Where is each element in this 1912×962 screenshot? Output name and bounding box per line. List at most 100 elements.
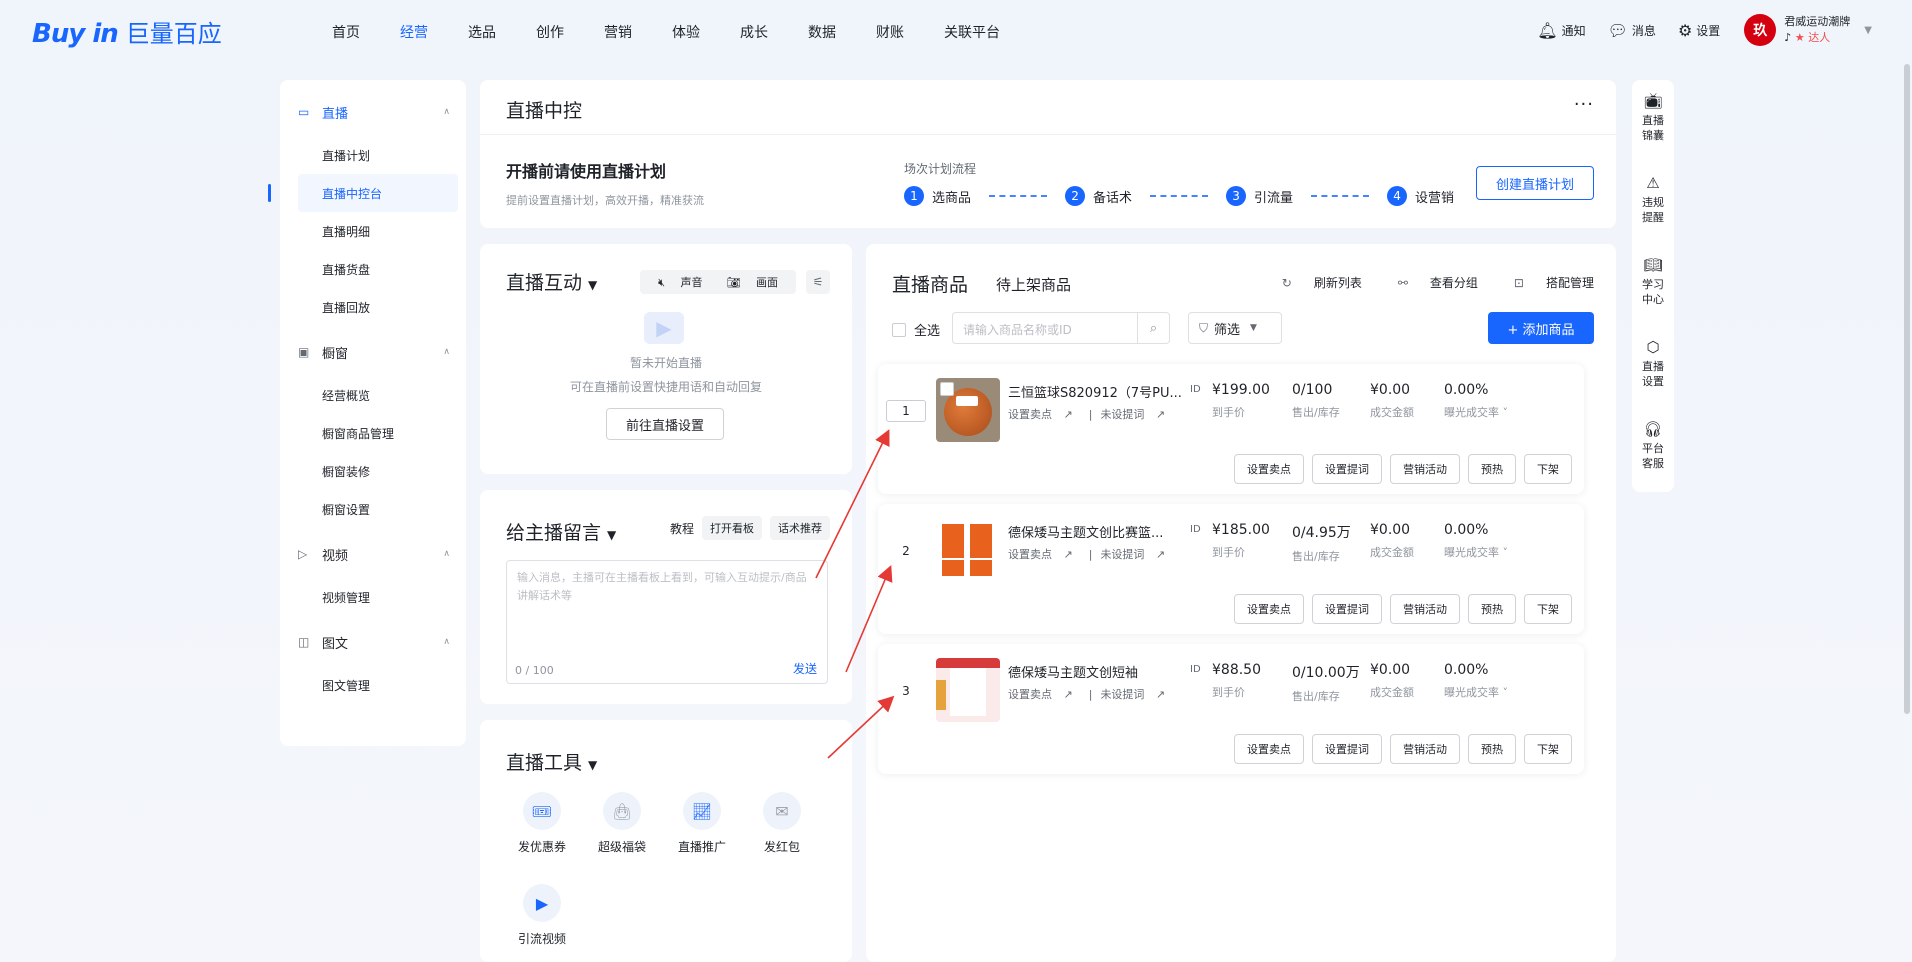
product-action-button[interactable]: 设置提词 — [1312, 594, 1382, 624]
product-name[interactable]: 德保矮马主题文创短袖 — [1008, 662, 1188, 681]
settings-button[interactable]: ⚙ 设置 — [1678, 21, 1720, 40]
product-checkbox[interactable] — [940, 382, 954, 396]
product-action-button[interactable]: 设置提词 — [1312, 454, 1382, 484]
nav-item-2[interactable]: 选品 — [468, 22, 496, 42]
right-toolbar-item[interactable]: 🎧︎ 平台 客服 — [1632, 422, 1674, 471]
product-index[interactable]: 3 — [886, 680, 926, 702]
sidebar-group-title[interactable]: ▣ 橱窗 ∧ — [298, 334, 466, 370]
sidebar-group-title[interactable]: ◫ 图文 ∧ — [298, 624, 466, 660]
right-toolbar-item[interactable]: 📖︎ 学习 中心 — [1632, 258, 1674, 307]
sidebar-item[interactable]: 经营概览 — [298, 376, 458, 414]
product-action-button[interactable]: 预热 — [1468, 594, 1516, 624]
set-point-link[interactable]: 设置卖点 ↗ — [1008, 688, 1081, 701]
product-index[interactable]: 2 — [886, 540, 926, 562]
message-title[interactable]: 给主播留言 ▼ — [506, 518, 616, 545]
nav-item-8[interactable]: 财账 — [876, 22, 904, 42]
nav-item-6[interactable]: 成长 — [740, 22, 768, 42]
select-all[interactable]: 全选 — [892, 320, 940, 339]
product-index[interactable]: 1 — [886, 400, 926, 422]
more-icon[interactable]: ··· — [1574, 94, 1594, 115]
product-name[interactable]: 三恒篮球S820912（7号PU... — [1008, 382, 1188, 401]
notify-button[interactable]: 🔔︎ 通知 — [1537, 21, 1585, 40]
product-action-button[interactable]: 设置卖点 — [1234, 454, 1304, 484]
nav-item-0[interactable]: 首页 — [332, 22, 360, 42]
tab-live-goods[interactable]: 直播商品 — [892, 270, 968, 297]
product-action-button[interactable]: 营销活动 — [1390, 594, 1460, 624]
match-manage-button[interactable]: ⊡ 搭配管理 — [1496, 274, 1594, 291]
picture-toggle[interactable]: 📷︎ 画面 — [721, 274, 784, 290]
sidebar-item[interactable]: 直播回放 — [298, 288, 458, 326]
nav-item-9[interactable]: 关联平台 — [944, 22, 1000, 42]
tab-pending-goods[interactable]: 待上架商品 — [996, 274, 1071, 295]
logo[interactable]: Buy in 巨量百应 — [32, 14, 222, 49]
product-action-button[interactable]: 设置提词 — [1312, 734, 1382, 764]
add-goods-button[interactable]: + 添加商品 — [1488, 312, 1594, 344]
account-info[interactable]: 君威运动潮牌 ♪ ★ 达人 — [1784, 14, 1850, 46]
nav-item-7[interactable]: 数据 — [808, 22, 836, 42]
product-action-button[interactable]: 下架 — [1524, 594, 1572, 624]
go-live-settings-button[interactable]: 前往直播设置 — [606, 408, 724, 440]
recommend-button[interactable]: 话术推荐 — [770, 516, 830, 540]
product-action-button[interactable]: 预热 — [1468, 454, 1516, 484]
prompt-link[interactable]: 未设提词 ↗ — [1100, 548, 1173, 561]
filter-dropdown[interactable]: ⛉ 筛选 ▼ — [1188, 312, 1282, 344]
view-group-button[interactable]: ⚯ 查看分组 — [1380, 274, 1478, 291]
sidebar-item[interactable]: 视频管理 — [298, 578, 458, 616]
goods-search-input[interactable]: 请输入商品名称或ID ⌕ — [952, 312, 1170, 344]
nav-item-3[interactable]: 创作 — [536, 22, 564, 42]
message-input[interactable]: 输入消息，主播可在主播看板上看到，可输入互动提示/商品讲解话术等 0 / 100… — [506, 560, 828, 684]
tool-item[interactable]: ✉ 发红包 — [742, 792, 822, 884]
product-action-button[interactable]: 预热 — [1468, 734, 1516, 764]
sidebar-item[interactable]: 橱窗设置 — [298, 490, 458, 528]
tool-item[interactable]: 🎟︎ 发优惠券 — [502, 792, 582, 884]
product-id-tag[interactable]: ID — [1190, 384, 1201, 395]
product-row[interactable]: 2 德保矮马主题文创比赛篮... ID 设置卖点 ↗ | 未设提词 ↗ ¥185.00 到手价… — [878, 504, 1584, 634]
sidebar-item[interactable]: 直播明细 — [298, 212, 458, 250]
tool-item[interactable]: 👜︎ 超级福袋 — [582, 792, 662, 884]
sidebar-item[interactable]: 图文管理 — [298, 666, 458, 704]
create-plan-button[interactable]: 创建直播计划 — [1476, 166, 1594, 200]
refresh-button[interactable]: ↻ 刷新列表 — [1264, 274, 1362, 291]
tools-title[interactable]: 直播工具 ▼ — [506, 748, 597, 775]
right-toolbar-item[interactable]: ⬡ 直播 设置 — [1632, 340, 1674, 389]
product-action-button[interactable]: 营销活动 — [1390, 454, 1460, 484]
sidebar-group-title[interactable]: ▭ 直播 ∧ — [298, 94, 466, 130]
chevron-down-icon[interactable]: ▼ — [1864, 25, 1872, 36]
prompt-link[interactable]: 未设提词 ↗ — [1100, 688, 1173, 701]
product-action-button[interactable]: 设置卖点 — [1234, 594, 1304, 624]
right-toolbar-item[interactable]: 📺︎ 直播 锦囊 — [1632, 94, 1674, 143]
nav-item-4[interactable]: 营销 — [604, 22, 632, 42]
search-icon[interactable]: ⌕ — [1137, 313, 1169, 343]
product-action-button[interactable]: 营销活动 — [1390, 734, 1460, 764]
sidebar-group-title[interactable]: ▷ 视频 ∧ — [298, 536, 466, 572]
nav-item-1[interactable]: 经营 — [400, 22, 428, 42]
avatar[interactable]: 玖 — [1744, 14, 1777, 46]
sidebar-item[interactable]: 橱窗装修 — [298, 452, 458, 490]
product-row[interactable]: 3 德保矮马主题文创短袖 ID 设置卖点 ↗ | 未设提词 ↗ ¥88.50 到手价 0/10.… — [878, 644, 1584, 774]
tool-item[interactable]: 📈︎ 直播推广 — [662, 792, 742, 884]
tutorial-link[interactable]: 教程 — [670, 520, 694, 537]
prompt-link[interactable]: 未设提词 ↗ — [1100, 408, 1173, 421]
product-action-button[interactable]: 设置卖点 — [1234, 734, 1304, 764]
open-board-button[interactable]: 打开看板 — [702, 516, 762, 540]
send-button[interactable]: 发送 — [793, 660, 817, 677]
product-action-button[interactable]: 下架 — [1524, 454, 1572, 484]
sidebar-item[interactable]: 直播计划 — [298, 136, 458, 174]
product-id-tag[interactable]: ID — [1190, 524, 1201, 535]
scrollbar[interactable] — [1904, 64, 1910, 714]
product-id-tag[interactable]: ID — [1190, 664, 1201, 675]
set-point-link[interactable]: 设置卖点 ↗ — [1008, 548, 1081, 561]
sidebar-item[interactable]: 直播中控台 — [268, 174, 458, 212]
tool-item[interactable]: ▶ 引流视频 — [502, 884, 582, 962]
interact-title[interactable]: 直播互动 ▼ — [506, 268, 597, 295]
sidebar-item[interactable]: 直播货盘 — [298, 250, 458, 288]
layout-settings-icon[interactable]: ⚟ — [806, 270, 830, 294]
message-button[interactable]: 💬︎ 消息 — [1608, 21, 1656, 40]
select-all-checkbox[interactable] — [892, 322, 906, 337]
nav-item-5[interactable]: 体验 — [672, 22, 700, 42]
product-action-button[interactable]: 下架 — [1524, 734, 1572, 764]
product-row[interactable]: 1 三恒篮球S820912（7号PU... ID 设置卖点 ↗ | 未设提词 ↗ ¥199.… — [878, 364, 1584, 494]
product-name[interactable]: 德保矮马主题文创比赛篮... — [1008, 522, 1188, 541]
sidebar-item[interactable]: 橱窗商品管理 — [298, 414, 458, 452]
right-toolbar-item[interactable]: ⚠ 违规 提醒 — [1632, 176, 1674, 225]
